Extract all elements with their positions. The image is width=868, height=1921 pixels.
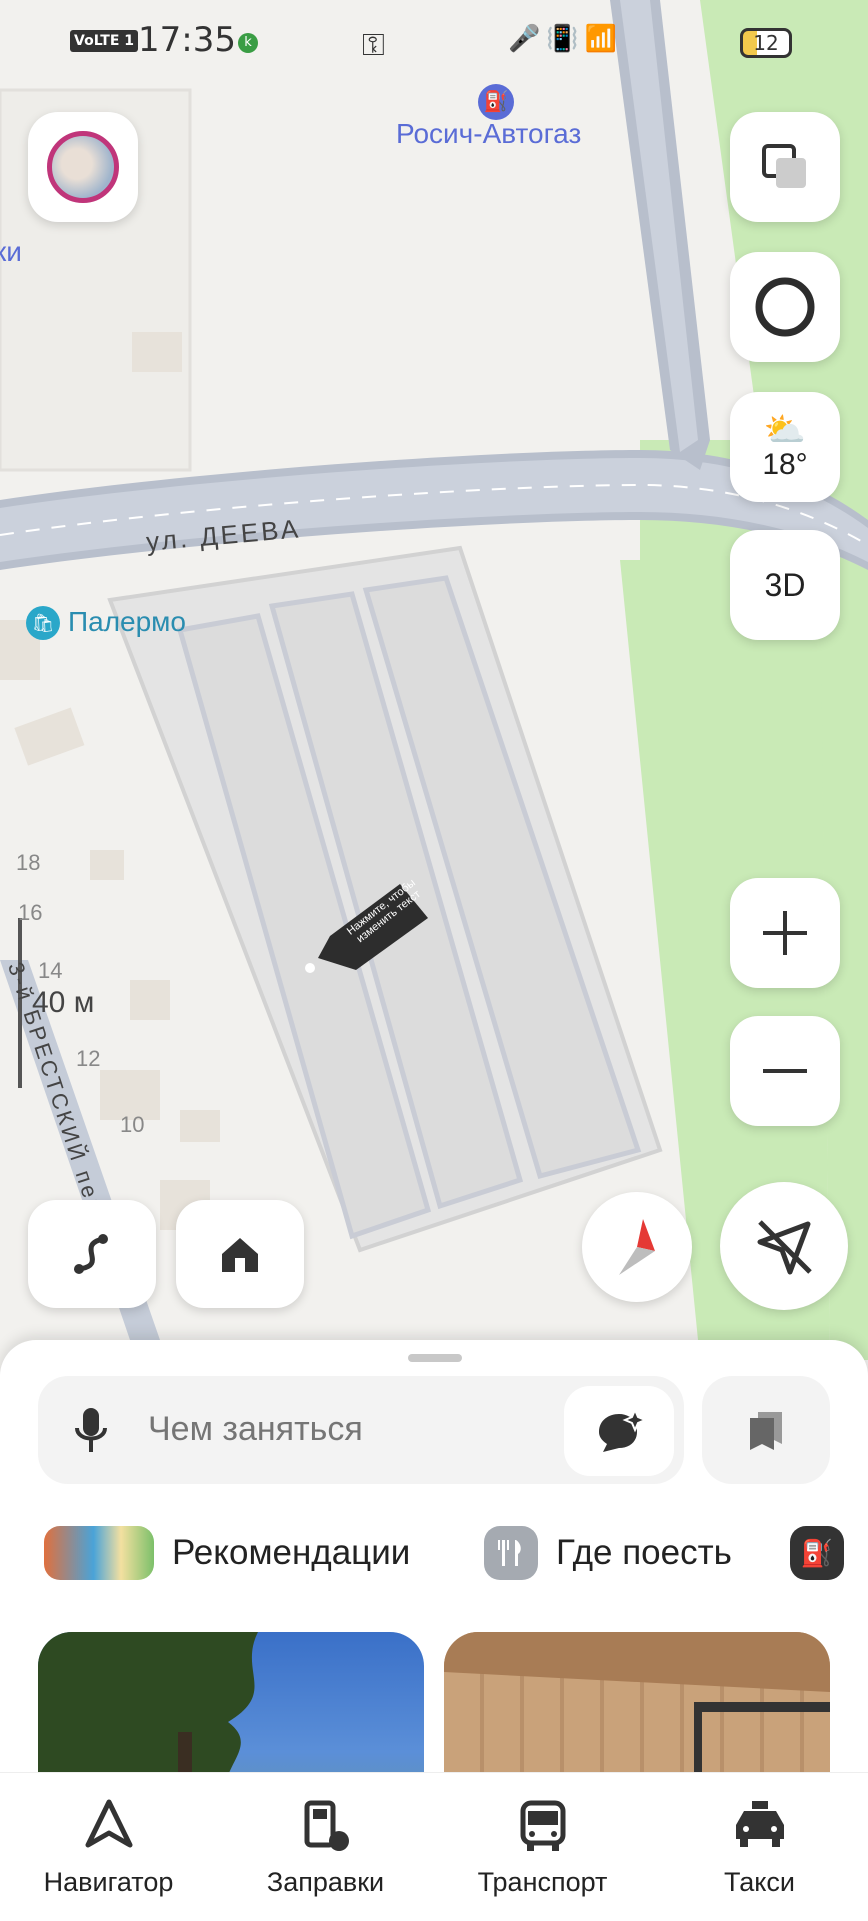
sheet-grabber[interactable] <box>408 1354 462 1362</box>
location-off-icon <box>757 1220 812 1275</box>
scale-label: 40 м <box>32 986 95 1019</box>
location-button[interactable] <box>720 1182 848 1310</box>
house-number: 16 <box>18 900 43 925</box>
category-gas[interactable]: ⛽ <box>790 1518 862 1588</box>
ai-chat-sparkle-icon <box>599 1408 645 1452</box>
minus-icon <box>763 1069 807 1073</box>
gas-poi-icon[interactable]: ⛽ <box>478 84 514 120</box>
shop-poi-icon[interactable]: 🛍 <box>26 606 60 640</box>
tab-label: Навигатор <box>43 1867 174 1897</box>
gas-station-icon <box>304 1800 349 1851</box>
battery-indicator: 12 <box>740 28 792 58</box>
fork-knife-icon <box>484 1526 538 1580</box>
compass-icon <box>619 1219 655 1275</box>
category-recommendations[interactable]: Рекомендации <box>44 1518 410 1588</box>
category-chips: Рекомендации Где поесть ⛽ <box>0 1518 868 1588</box>
tab-gas-stations[interactable]: Заправки <box>217 1773 434 1921</box>
zoom-in-button[interactable] <box>730 878 840 988</box>
bookmarks-button[interactable] <box>702 1376 830 1484</box>
status-icons: 🎤📳📶 <box>508 24 624 54</box>
ai-assistant-button[interactable] <box>564 1386 674 1476</box>
tab-navigator[interactable]: Навигатор <box>0 1773 217 1921</box>
house-number: 18 <box>16 850 41 875</box>
microphone-icon[interactable] <box>74 1406 108 1454</box>
search-input[interactable] <box>148 1410 568 1449</box>
alice-button[interactable] <box>730 252 840 362</box>
poi-gas-label[interactable]: Росич-Автогаз <box>396 118 581 150</box>
house-number: 10 <box>120 1112 145 1137</box>
tab-taxi[interactable]: Такси <box>651 1773 868 1921</box>
status-bar: VoLTE 1 17:35 k ⚿ 🎤📳📶 12 <box>0 0 868 84</box>
avatar <box>47 131 119 203</box>
compass-button[interactable] <box>582 1192 692 1302</box>
tab-label: Транспорт <box>477 1867 608 1897</box>
profile-button[interactable] <box>28 112 138 222</box>
plus-icon <box>763 911 807 955</box>
zoom-out-button[interactable] <box>730 1016 840 1126</box>
taxi-icon <box>735 1801 784 1847</box>
bookmarks-icon <box>750 1412 782 1450</box>
weather-temp: 18° <box>762 448 808 481</box>
category-food[interactable]: Где поесть <box>484 1518 732 1588</box>
layers-icon <box>762 144 806 188</box>
recommendations-icon <box>44 1526 154 1580</box>
category-label: Рекомендации <box>172 1533 411 1572</box>
house-number: 14 <box>38 958 63 983</box>
kaspersky-icon: k <box>238 33 258 53</box>
navigator-arrow-icon <box>85 1799 132 1848</box>
bus-icon <box>520 1800 565 1851</box>
network-badge: VoLTE 1 <box>70 30 139 52</box>
status-time: 17:35 <box>138 20 236 60</box>
tab-label: Заправки <box>266 1867 385 1897</box>
search-bar[interactable] <box>38 1376 684 1484</box>
weather-button[interactable]: ⛅ 18° <box>730 392 840 502</box>
home-icon <box>222 1238 258 1272</box>
house-number: 12 <box>76 1046 101 1071</box>
alice-icon <box>755 277 815 337</box>
tab-label: Такси <box>724 1867 795 1897</box>
route-icon <box>74 1234 108 1274</box>
key-icon: ⚿ <box>362 28 385 63</box>
poi-shop-label[interactable]: Палермо <box>68 606 186 638</box>
poi-fragment-label: ки <box>0 236 22 267</box>
bottom-tab-bar: Навигатор Заправки Транспорт Такси <box>0 1772 868 1921</box>
route-button[interactable] <box>28 1200 156 1308</box>
category-label: Где поесть <box>556 1533 732 1572</box>
tab-transport[interactable]: Транспорт <box>434 1773 651 1921</box>
weather-cloud-sun-icon: ⛅ <box>763 411 807 449</box>
home-button[interactable] <box>176 1200 304 1308</box>
layers-button[interactable] <box>730 112 840 222</box>
3d-button[interactable]: 3D <box>730 530 840 640</box>
gas-station-icon: ⛽ <box>790 1526 844 1580</box>
